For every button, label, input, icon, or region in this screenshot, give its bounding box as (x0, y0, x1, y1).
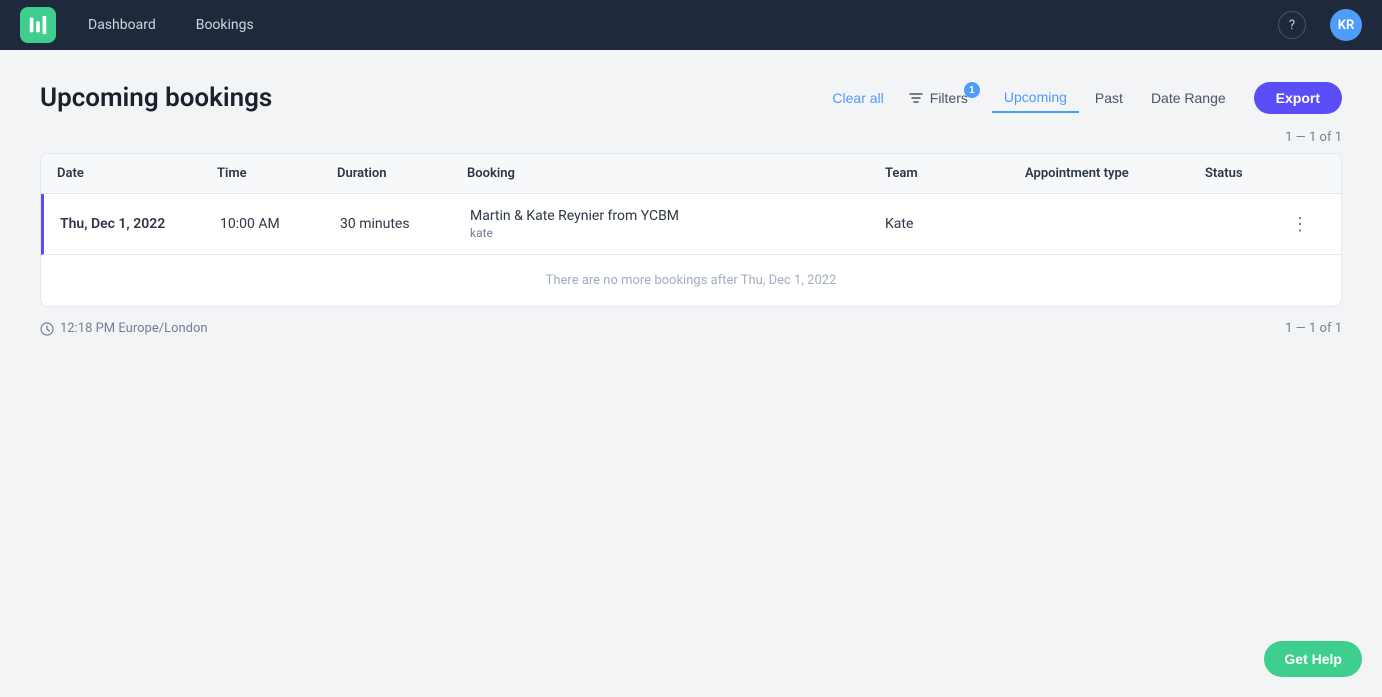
timezone-text: 12:18 PM Europe/London (60, 321, 208, 336)
row-more-button[interactable]: ⋮ (1285, 212, 1315, 237)
nav-dashboard[interactable]: Dashboard (80, 13, 164, 37)
navbar: Dashboard Bookings ? KR (0, 0, 1382, 50)
cell-team: Kate (885, 216, 1025, 232)
cell-booking: Martin & Kate Reynier from YCBM kate (470, 208, 885, 240)
pagination-top: 1 — 1 of 1 (40, 130, 1342, 145)
col-date: Date (57, 166, 217, 181)
col-team: Team (885, 166, 1025, 181)
clock-icon (40, 322, 54, 336)
clear-all-button[interactable]: Clear all (832, 90, 883, 106)
cell-time: 10:00 AM (220, 216, 340, 232)
col-appointment-type: Appointment type (1025, 166, 1205, 181)
pagination-bottom: 1 — 1 of 1 (1285, 321, 1342, 336)
header-actions: Clear all Filters 1 Upcoming Past Date R… (832, 82, 1342, 114)
tab-upcoming[interactable]: Upcoming (992, 83, 1079, 113)
col-time: Time (217, 166, 337, 181)
page-header: Upcoming bookings Clear all Filters 1 Up… (40, 82, 1342, 114)
export-button[interactable]: Export (1254, 82, 1342, 114)
tab-past[interactable]: Past (1083, 84, 1135, 112)
col-status: Status (1205, 166, 1285, 181)
col-booking: Booking (467, 166, 885, 181)
footer-timezone: 12:18 PM Europe/London (40, 321, 208, 336)
cell-duration: 30 minutes (340, 216, 470, 232)
table-header: Date Time Duration Booking Team Appointm… (41, 154, 1341, 194)
filters-button[interactable]: Filters 1 (900, 86, 976, 110)
filter-icon (908, 90, 924, 106)
app-logo[interactable] (20, 7, 56, 43)
get-help-button[interactable]: Get Help (1264, 641, 1362, 677)
col-actions (1285, 166, 1325, 181)
filters-badge: 1 (964, 82, 980, 98)
page-title: Upcoming bookings (40, 83, 832, 113)
booking-sub: kate (470, 226, 885, 240)
nav-bookings[interactable]: Bookings (188, 13, 262, 37)
booking-name: Martin & Kate Reynier from YCBM (470, 208, 885, 224)
table-row: Thu, Dec 1, 2022 10:00 AM 30 minutes Mar… (41, 194, 1341, 255)
filters-label: Filters (930, 90, 968, 106)
tab-date-range[interactable]: Date Range (1139, 84, 1238, 112)
col-duration: Duration (337, 166, 467, 181)
bookings-table: Date Time Duration Booking Team Appointm… (40, 153, 1342, 307)
avatar[interactable]: KR (1330, 9, 1362, 41)
cell-more[interactable]: ⋮ (1285, 212, 1325, 237)
table-footer: 12:18 PM Europe/London 1 — 1 of 1 (40, 307, 1342, 350)
tab-group: Upcoming Past Date Range (992, 83, 1238, 113)
main-content: Upcoming bookings Clear all Filters 1 Up… (0, 50, 1382, 382)
no-more-bookings: There are no more bookings after Thu, De… (41, 255, 1341, 306)
help-icon[interactable]: ? (1278, 11, 1306, 39)
cell-date: Thu, Dec 1, 2022 (60, 216, 220, 232)
